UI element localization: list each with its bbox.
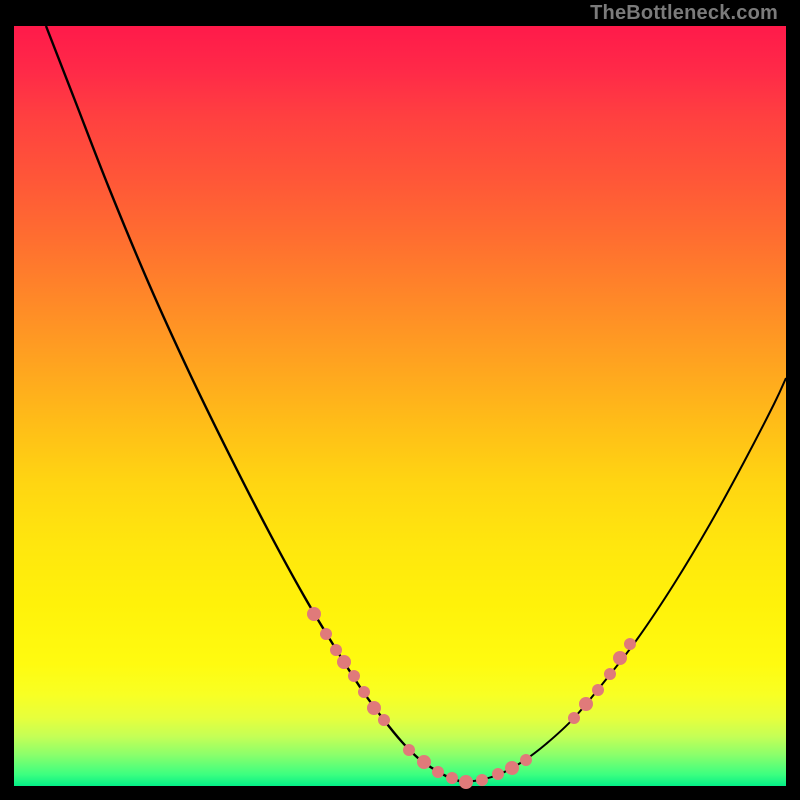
curve-left-path — [46, 26, 462, 782]
scatter-markers — [307, 607, 636, 789]
marker-dot — [432, 766, 444, 778]
plot-area — [14, 26, 786, 786]
marker-dot — [358, 686, 370, 698]
marker-dot — [320, 628, 332, 640]
marker-dot — [367, 701, 381, 715]
marker-dot — [348, 670, 360, 682]
marker-dot — [604, 668, 616, 680]
marker-dot — [417, 755, 431, 769]
marker-dot — [520, 754, 532, 766]
chart-svg — [14, 26, 786, 786]
marker-dot — [624, 638, 636, 650]
marker-dot — [492, 768, 504, 780]
marker-dot — [337, 655, 351, 669]
curve-left — [46, 26, 462, 782]
chart-frame: TheBottleneck.com — [14, 14, 786, 786]
marker-dot — [505, 761, 519, 775]
marker-dot — [330, 644, 342, 656]
marker-dot — [307, 607, 321, 621]
marker-dot — [378, 714, 390, 726]
marker-dot — [403, 744, 415, 756]
watermark-label: TheBottleneck.com — [590, 2, 778, 25]
curve-right-path — [462, 378, 786, 782]
marker-dot — [579, 697, 593, 711]
marker-dot — [568, 712, 580, 724]
marker-dot — [592, 684, 604, 696]
marker-dot — [446, 772, 458, 784]
curve-right — [462, 378, 786, 782]
marker-dot — [613, 651, 627, 665]
marker-dot — [459, 775, 473, 789]
marker-dot — [476, 774, 488, 786]
